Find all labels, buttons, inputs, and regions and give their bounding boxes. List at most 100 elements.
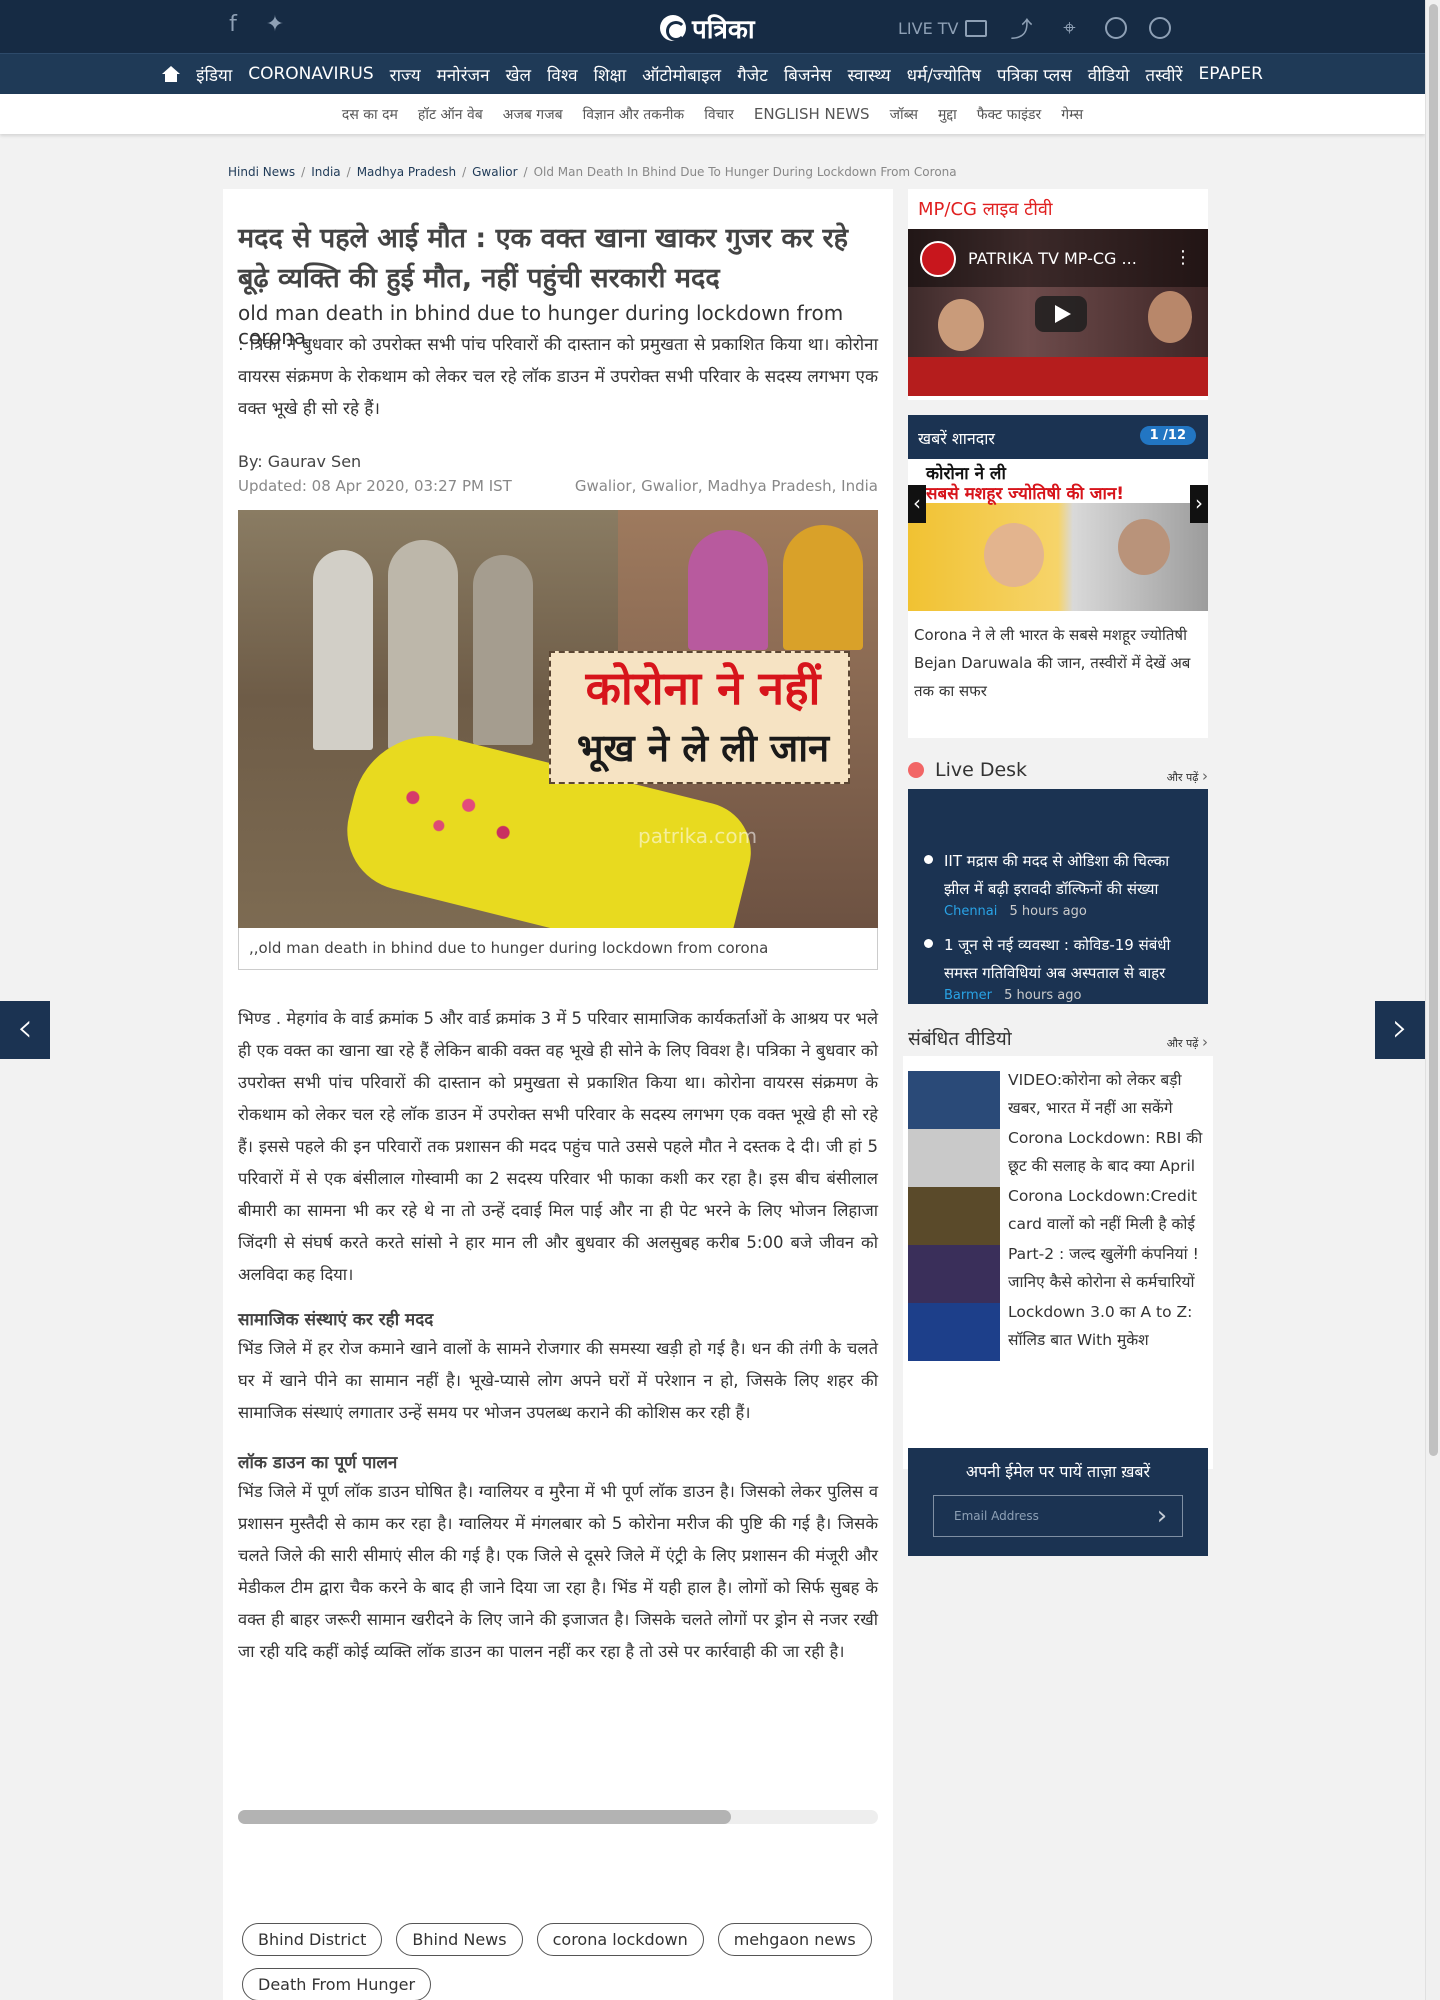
- breadcrumb-india[interactable]: India: [311, 165, 340, 179]
- video-thumbnail[interactable]: [908, 1303, 1000, 1361]
- live-desk-title: Live Desk: [935, 759, 1028, 781]
- video-title[interactable]: PATRIKA TV MP-CG ...: [968, 249, 1137, 268]
- subnav-item[interactable]: ENGLISH NEWS: [754, 105, 870, 123]
- facebook-icon[interactable]: f: [222, 12, 244, 38]
- hero-figure: [688, 530, 768, 650]
- breadcrumb-home[interactable]: Hindi News: [228, 165, 295, 179]
- live-tv-video-player[interactable]: PATRIKA TV MP-CG ... ⋮: [908, 229, 1208, 396]
- tag-chip[interactable]: Death From Hunger: [242, 1968, 432, 2000]
- hero-text-line2: भूख ने ले ली जान: [576, 726, 830, 770]
- prev-article-button[interactable]: ‹: [0, 1001, 50, 1059]
- nav-item[interactable]: मनोरंजन: [437, 63, 490, 86]
- related-videos-more-link[interactable]: और पढ़ें ›: [1167, 1033, 1208, 1051]
- gallery-image[interactable]: कोरोना ने ली सबसे मशहूर ज्योतिषी की जान!: [908, 459, 1208, 611]
- related-video-title[interactable]: Part-2 : जल्द खुलेंगी कंपनियां ! जानिए क…: [1008, 1240, 1208, 1296]
- live-tv-widget: MP/CG लाइव टीवी PATRIKA TV MP-CG ... ⋮: [908, 189, 1208, 400]
- twitter-icon[interactable]: ✦: [264, 12, 286, 38]
- tag-chip[interactable]: corona lockdown: [536, 1923, 704, 1956]
- video-thumbnail[interactable]: [908, 1129, 1000, 1187]
- related-videos-list: VIDEO:कोरोना को लेकर बड़ी खबर, भारत में …: [903, 1056, 1213, 1469]
- nav-item[interactable]: बिजनेस: [784, 63, 832, 86]
- email-input[interactable]: [934, 1496, 1144, 1536]
- bullet-icon: [924, 855, 933, 864]
- subnav-item[interactable]: फैक्ट फाइंडर: [977, 105, 1041, 124]
- article-paragraph-1: भिण्ड . मेहगांव के वार्ड क्रमांक 5 और वा…: [238, 1009, 878, 1284]
- breadcrumb-current: Old Man Death In Bhind Due To Hunger Dur…: [533, 165, 957, 179]
- breadcrumb-separator: /: [462, 165, 467, 179]
- related-videos-header: संबंधित वीडियो और पढ़ें ›: [908, 1023, 1208, 1053]
- nav-item[interactable]: तस्वीरें: [1145, 63, 1182, 86]
- live-desk-item[interactable]: IIT मद्रास की मदद से ओडिशा की चिल्का झील…: [944, 847, 1194, 903]
- subnav-item[interactable]: विचार: [704, 105, 734, 124]
- nav-item[interactable]: गैजेट: [737, 63, 768, 86]
- gallery-title: खबरें शानदार: [918, 429, 995, 448]
- hero-text-overlay: कोरोना ने नहीं भूख ने ले ली जान: [549, 651, 850, 784]
- live-desk-city[interactable]: Chennai: [944, 904, 997, 919]
- related-video-title[interactable]: Corona Lockdown:Credit card वालों को नही…: [1008, 1182, 1208, 1238]
- scroll-bar-thumb[interactable]: [238, 1810, 731, 1824]
- more-options-icon[interactable]: ⋮: [1174, 247, 1192, 268]
- gallery-caption[interactable]: Corona ने ले ली भारत के सबसे मशहूर ज्योत…: [914, 621, 1204, 705]
- tag-chip[interactable]: mehgaon news: [717, 1923, 872, 1956]
- author-byline[interactable]: By: Gaurav Sen: [238, 452, 361, 471]
- site-logo[interactable]: पत्रिका: [660, 10, 755, 46]
- breadcrumb-gwalior[interactable]: Gwalior: [472, 165, 517, 179]
- subnav-item[interactable]: विज्ञान और तकनीक: [583, 105, 685, 124]
- related-video-item[interactable]: Corona Lockdown:Credit card वालों को नही…: [908, 1180, 1208, 1245]
- video-thumbnail[interactable]: [908, 1071, 1000, 1129]
- location-pin-icon[interactable]: ⌖: [1057, 16, 1083, 41]
- subnav-item[interactable]: हॉट ऑन वेब: [418, 105, 483, 124]
- subnav-item[interactable]: अजब गजब: [503, 105, 563, 124]
- article-paragraph-3: भिंड जिले में पूर्ण लॉक डाउन घोषित है। ग…: [238, 1482, 878, 1661]
- nav-item[interactable]: इंडिया: [196, 63, 232, 86]
- related-video-title[interactable]: Lockdown 3.0 का A to Z: सॉलिड बात With म…: [1008, 1298, 1208, 1354]
- tag-chip[interactable]: Bhind News: [396, 1923, 523, 1956]
- nav-item[interactable]: राज्य: [390, 63, 421, 86]
- gallery-widget: खबरें शानदार 1 /12 कोरोना ने ली सबसे मशह…: [908, 415, 1208, 738]
- live-desk-city[interactable]: Barmer: [944, 988, 992, 1003]
- related-video-item[interactable]: VIDEO:कोरोना को लेकर बड़ी खबर, भारत में …: [908, 1064, 1208, 1129]
- gallery-next-icon[interactable]: ›: [1190, 485, 1208, 523]
- page-scrollbar[interactable]: [1425, 0, 1440, 2000]
- hero-image: कोरोना ने नहीं भूख ने ले ली जान patrika.…: [238, 510, 878, 928]
- subnav-item[interactable]: मुद्दा: [938, 105, 957, 124]
- submit-arrow-icon[interactable]: ›: [1150, 1503, 1174, 1529]
- live-desk-more-link[interactable]: और पढ़ें ›: [1167, 767, 1208, 785]
- chevron-right-icon: ›: [1392, 1005, 1408, 1051]
- nav-item[interactable]: शिक्षा: [594, 63, 627, 86]
- gallery-banner: कोरोना ने ली सबसे मशहूर ज्योतिषी की जान!: [908, 459, 1208, 504]
- tag-chip[interactable]: Bhind District: [242, 1923, 383, 1956]
- related-video-item[interactable]: Lockdown 3.0 का A to Z: सॉलिड बात With म…: [908, 1296, 1208, 1361]
- live-tv-link[interactable]: LIVE TV: [898, 19, 987, 38]
- next-article-button[interactable]: ›: [1375, 1001, 1425, 1059]
- related-video-item[interactable]: Part-2 : जल्द खुलेंगी कंपनियां ! जानिए क…: [908, 1238, 1208, 1303]
- nav-item[interactable]: धर्म/ज्योतिष: [907, 63, 981, 86]
- nav-item[interactable]: EPAPER: [1199, 64, 1263, 84]
- related-video-title[interactable]: VIDEO:कोरोना को लेकर बड़ी खबर, भारत में …: [1008, 1066, 1208, 1122]
- nav-home[interactable]: [162, 66, 181, 82]
- related-video-title[interactable]: Corona Lockdown: RBI की छूट की सलाह के ब…: [1008, 1124, 1208, 1180]
- nav-item[interactable]: विश्व: [547, 63, 578, 86]
- trending-icon[interactable]: ⤴: [1009, 12, 1035, 44]
- page-scrollbar-thumb[interactable]: [1429, 4, 1438, 1456]
- live-tv-widget-title[interactable]: MP/CG लाइव टीवी: [918, 197, 1053, 221]
- subnav-item[interactable]: दस का दम: [342, 105, 398, 124]
- nav-item[interactable]: खेल: [506, 63, 531, 86]
- subnav-item[interactable]: जॉब्स: [890, 105, 918, 124]
- breadcrumb-madhya-pradesh[interactable]: Madhya Pradesh: [357, 165, 456, 179]
- user-icon[interactable]: [1148, 17, 1171, 39]
- nav-item[interactable]: वीडियो: [1088, 63, 1130, 86]
- horizontal-scroll-bar[interactable]: [238, 1810, 878, 1824]
- video-thumbnail[interactable]: [908, 1187, 1000, 1245]
- video-thumbnail[interactable]: [908, 1245, 1000, 1303]
- subnav-item[interactable]: गेम्स: [1061, 105, 1083, 124]
- nav-item[interactable]: पत्रिका प्लस: [997, 63, 1072, 86]
- gallery-prev-icon[interactable]: ‹: [908, 485, 926, 523]
- play-button[interactable]: [1035, 296, 1087, 332]
- nav-item[interactable]: CORONAVIRUS: [248, 64, 373, 84]
- related-video-item[interactable]: Corona Lockdown: RBI की छूट की सलाह के ब…: [908, 1122, 1208, 1187]
- nav-item[interactable]: ऑटोमोबाइल: [642, 63, 721, 86]
- nav-item[interactable]: स्वास्थ्य: [847, 63, 890, 86]
- search-icon[interactable]: [1104, 17, 1127, 39]
- live-desk-item[interactable]: 1 जून से नई व्यवस्था : कोविड-19 संबंधी स…: [944, 931, 1194, 987]
